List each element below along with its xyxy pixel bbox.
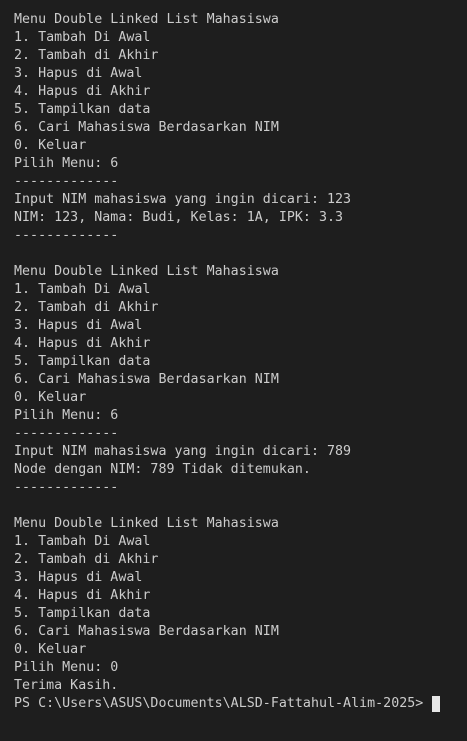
terminal-output[interactable]: Menu Double Linked List Mahasiswa 1. Tam… [0,0,467,741]
terminal-line: 6. Cari Mahasiswa Berdasarkan NIM [14,624,279,639]
terminal-line: 0. Keluar [14,390,87,405]
terminal-line: Menu Double Linked List Mahasiswa [14,264,279,279]
separator-line: ------------- [14,228,119,243]
terminal-line: 2. Tambah di Akhir [14,48,159,63]
terminal-line: 2. Tambah di Akhir [14,552,159,567]
terminal-line: 1. Tambah Di Awal [14,534,151,549]
terminal-line: 5. Tampilkan data [14,354,151,369]
terminal-line: 3. Hapus di Awal [14,66,143,81]
terminal-line: Node dengan NIM: 789 Tidak ditemukan. [14,462,311,477]
terminal-line: Input NIM mahasiswa yang ingin dicari: 1… [14,192,352,207]
terminal-line: 3. Hapus di Awal [14,570,143,585]
terminal-line: Pilih Menu: 6 [14,156,119,171]
terminal-line: 4. Hapus di Akhir [14,336,151,351]
terminal-line: Pilih Menu: 6 [14,408,119,423]
terminal-line: 4. Hapus di Akhir [14,84,151,99]
command-prompt[interactable]: PS C:\Users\ASUS\Documents\ALSD-Fattahul… [14,695,467,713]
separator-line: ------------- [14,426,119,441]
terminal-line: Menu Double Linked List Mahasiswa [14,516,279,531]
terminal-line: 1. Tambah Di Awal [14,30,151,45]
terminal-line: 3. Hapus di Awal [14,318,143,333]
terminal-line: 1. Tambah Di Awal [14,282,151,297]
separator-line: ------------- [14,480,119,495]
text-cursor [432,696,441,712]
terminal-line: 6. Cari Mahasiswa Berdasarkan NIM [14,372,279,387]
terminal-line: Input NIM mahasiswa yang ingin dicari: 7… [14,444,352,459]
terminal-line: 0. Keluar [14,138,87,153]
terminal-line: 0. Keluar [14,642,87,657]
terminal-line: 2. Tambah di Akhir [14,300,159,315]
terminal-line: NIM: 123, Nama: Budi, Kelas: 1A, IPK: 3.… [14,210,344,225]
terminal-line: Menu Double Linked List Mahasiswa [14,12,279,27]
terminal-line: 5. Tampilkan data [14,102,151,117]
terminal-line: 5. Tampilkan data [14,606,151,621]
terminal-line: 4. Hapus di Akhir [14,588,151,603]
terminal-line: Pilih Menu: 0 [14,660,119,675]
prompt-text: PS C:\Users\ASUS\Documents\ALSD-Fattahul… [14,696,432,711]
terminal-line: 6. Cari Mahasiswa Berdasarkan NIM [14,120,279,135]
terminal-line: Terima Kasih. [14,678,119,693]
separator-line: ------------- [14,174,119,189]
